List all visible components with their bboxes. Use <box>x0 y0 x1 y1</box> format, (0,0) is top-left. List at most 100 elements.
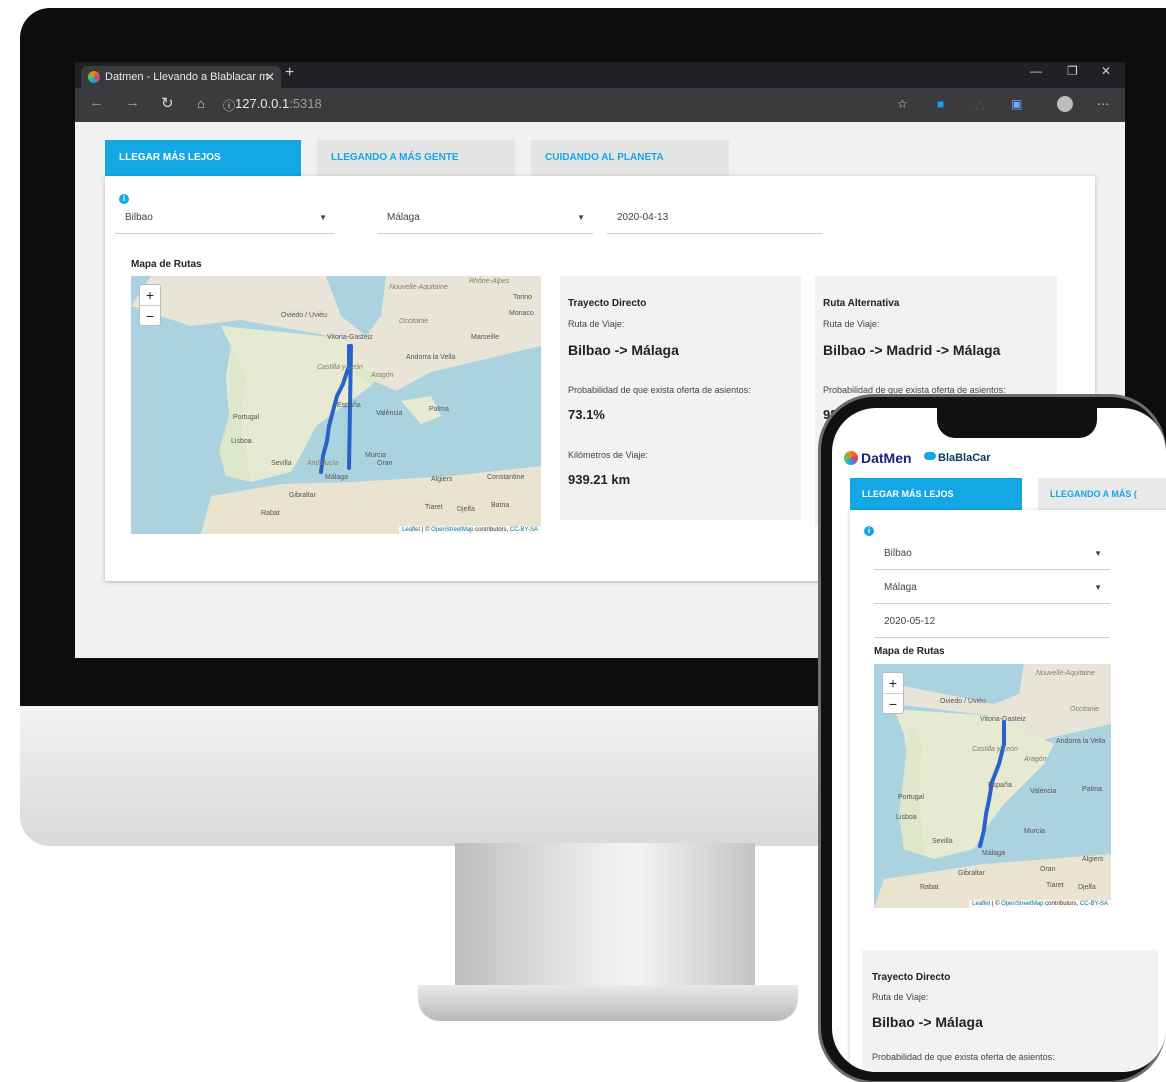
direct-km: 939.21 km <box>568 472 631 487</box>
mobile-tab-llegar-mas-lejos[interactable]: LLEGAR MÁS LEJOS <box>850 478 1022 510</box>
mobile-zoom-in-button[interactable]: + <box>883 673 903 693</box>
extension-icon[interactable]: ■ <box>937 97 944 111</box>
osm-link[interactable]: OpenStreetMap <box>1001 901 1043 907</box>
mobile-direct-route-label: Ruta de Viaje: <box>872 992 929 1002</box>
forward-icon[interactable]: → <box>125 94 140 111</box>
map-label: Gibraltar <box>958 870 985 877</box>
attribution-separator: | © <box>990 901 1002 907</box>
date-field[interactable]: 2020-04-13 <box>607 202 823 234</box>
map-label: Tiaret <box>425 504 443 511</box>
mobile-date-field[interactable]: 2020-05-12 <box>874 606 1110 638</box>
map-label: Sevilla <box>932 838 953 845</box>
license-link[interactable]: CC-BY-SA <box>1080 901 1108 907</box>
map-label: Palma <box>429 406 449 413</box>
map-label: Andorra la Vella <box>1056 738 1106 745</box>
license-link[interactable]: CC-BY-SA <box>510 527 538 533</box>
back-icon[interactable]: ← <box>89 94 104 111</box>
destination-select[interactable]: Málaga ▼ <box>377 202 593 234</box>
direct-title: Trayecto Directo <box>568 298 647 309</box>
mobile-tabs: LLEGAR MÁS LEJOS LLEGANDO A MÁS ( <box>850 478 1166 510</box>
mobile-map-title: Mapa de Rutas <box>874 646 945 657</box>
map-label: España <box>337 402 361 409</box>
map-label: Constantine <box>487 474 525 481</box>
map-label: Málaga <box>982 850 1005 857</box>
chevron-down-icon: ▼ <box>319 213 327 222</box>
direct-route: Bilbao -> Málaga <box>568 342 679 358</box>
profile-avatar-icon[interactable] <box>1057 96 1073 112</box>
favorite-star-icon[interactable]: ☆ <box>897 97 908 111</box>
extension-icon-2[interactable]: △ <box>975 97 984 111</box>
route-map[interactable]: + − Nouvelle-Aquitaine Rhône-Alpes Torin… <box>131 276 541 534</box>
attribution-separator: | © <box>420 527 432 533</box>
close-window-icon[interactable]: ✕ <box>1101 64 1111 78</box>
mobile-route-map[interactable]: + − Nouvelle-Aquitaine Oviedo / Uviéu Oc… <box>874 664 1111 908</box>
close-tab-icon[interactable]: ✕ <box>265 66 275 88</box>
map-label: Portugal <box>233 414 260 421</box>
datmen-favicon-icon <box>88 71 100 83</box>
phone-notch <box>937 408 1097 438</box>
site-info-icon[interactable]: ⓘ <box>223 97 235 114</box>
mobile-origin-select[interactable]: Bilbao ▼ <box>874 538 1110 570</box>
osm-link[interactable]: OpenStreetMap <box>431 527 473 533</box>
leaflet-link[interactable]: Leaflet <box>972 901 990 907</box>
zoom-in-button[interactable]: + <box>140 285 160 305</box>
direct-prob: 73.1% <box>568 407 605 422</box>
map-label: España <box>988 782 1012 789</box>
browser-tab[interactable]: Datmen - Llevando a Blablacar m ✕ <box>81 66 281 88</box>
map-label: Sevilla <box>271 460 292 467</box>
mobile-zoom-out-button[interactable]: − <box>883 693 903 713</box>
mobile-map-attribution: Leaflet | © OpenStreetMap contributors, … <box>969 900 1111 908</box>
map-label: Palma <box>1082 786 1102 793</box>
direct-route-panel: Trayecto Directo Ruta de Viaje: Bilbao -… <box>560 276 801 520</box>
map-label: Murcia <box>365 452 387 459</box>
map-label: Monaco <box>509 310 534 317</box>
url-port: :5318 <box>289 96 322 111</box>
alt-route-label: Ruta de Viaje: <box>823 319 880 329</box>
mobile-destination-select[interactable]: Málaga ▼ <box>874 572 1110 604</box>
tab-cuidando-al-planeta[interactable]: CUIDANDO AL PLANETA <box>531 140 729 176</box>
mobile-date-value: 2020-05-12 <box>884 616 936 627</box>
map-label: Vitoria-Gasteiz <box>327 334 373 341</box>
alt-route: Bilbao -> Madrid -> Málaga <box>823 342 1001 358</box>
map-label: Oran <box>377 460 393 467</box>
phone-screen: DatMen BlaBlaCar LLEGAR MÁS LEJOS LLEGAN… <box>832 408 1166 1072</box>
map-label: Oran <box>1040 866 1056 873</box>
map-label: Aragón <box>1024 756 1047 763</box>
new-tab-icon[interactable]: + <box>285 64 294 82</box>
map-label: València <box>376 410 403 417</box>
datmen-logo-icon <box>844 451 858 465</box>
zoom-out-button[interactable]: − <box>140 305 160 325</box>
map-label: Djelfa <box>457 506 475 513</box>
map-label: Occitanie <box>399 318 429 325</box>
extension-icon-3[interactable]: ▣ <box>1011 97 1022 111</box>
refresh-icon[interactable]: ↻ <box>161 94 174 112</box>
map-label: Castilla y León <box>972 746 1018 753</box>
map-title: Mapa de Rutas <box>131 259 202 270</box>
info-icon[interactable]: i <box>864 526 874 536</box>
mobile-direct-panel: Trayecto Directo Ruta de Viaje: Bilbao -… <box>862 950 1158 1072</box>
map-label: Rhône-Alpes <box>469 278 510 285</box>
map-label: Vitoria-Gasteiz <box>980 716 1026 723</box>
mobile-tab-llegando-a-mas-gente[interactable]: LLEGANDO A MÁS ( <box>1038 478 1166 510</box>
home-icon[interactable]: ⌂ <box>197 96 205 111</box>
maximize-icon[interactable]: ❐ <box>1067 64 1078 78</box>
map-label: Torino <box>513 294 533 301</box>
datmen-logo: DatMen <box>844 450 912 466</box>
map-label: Occitanie <box>1070 706 1100 713</box>
tab-llegar-mas-lejos[interactable]: LLEGAR MÁS LEJOS <box>105 140 301 176</box>
origin-select[interactable]: Bilbao ▼ <box>115 202 335 234</box>
url-field[interactable]: 127.0.0.1:5318 <box>235 96 322 111</box>
browser-tab-bar: Datmen - Llevando a Blablacar m ✕ + — ❐ … <box>75 62 1125 88</box>
more-menu-icon[interactable]: ⋯ <box>1097 97 1109 111</box>
map-tiles <box>131 276 541 534</box>
tab-llegando-a-mas-gente[interactable]: LLEGANDO A MÁS GENTE <box>317 140 515 176</box>
attribution-text: contributors, <box>1043 901 1080 907</box>
mobile-route-card: i Bilbao ▼ Málaga ▼ 2020-05-12 Mapa de R… <box>850 510 1166 1072</box>
minimize-icon[interactable]: — <box>1030 64 1042 78</box>
map-label: Andorra la Vella <box>406 354 456 361</box>
map-label: Castilla y León <box>317 364 363 371</box>
mobile-direct-prob-label: Probabilidad de que exista oferta de asi… <box>872 1052 1055 1062</box>
monitor-stand-foot <box>418 985 798 1021</box>
map-label: Nouvelle-Aquitaine <box>1036 670 1095 677</box>
leaflet-link[interactable]: Leaflet <box>402 527 420 533</box>
